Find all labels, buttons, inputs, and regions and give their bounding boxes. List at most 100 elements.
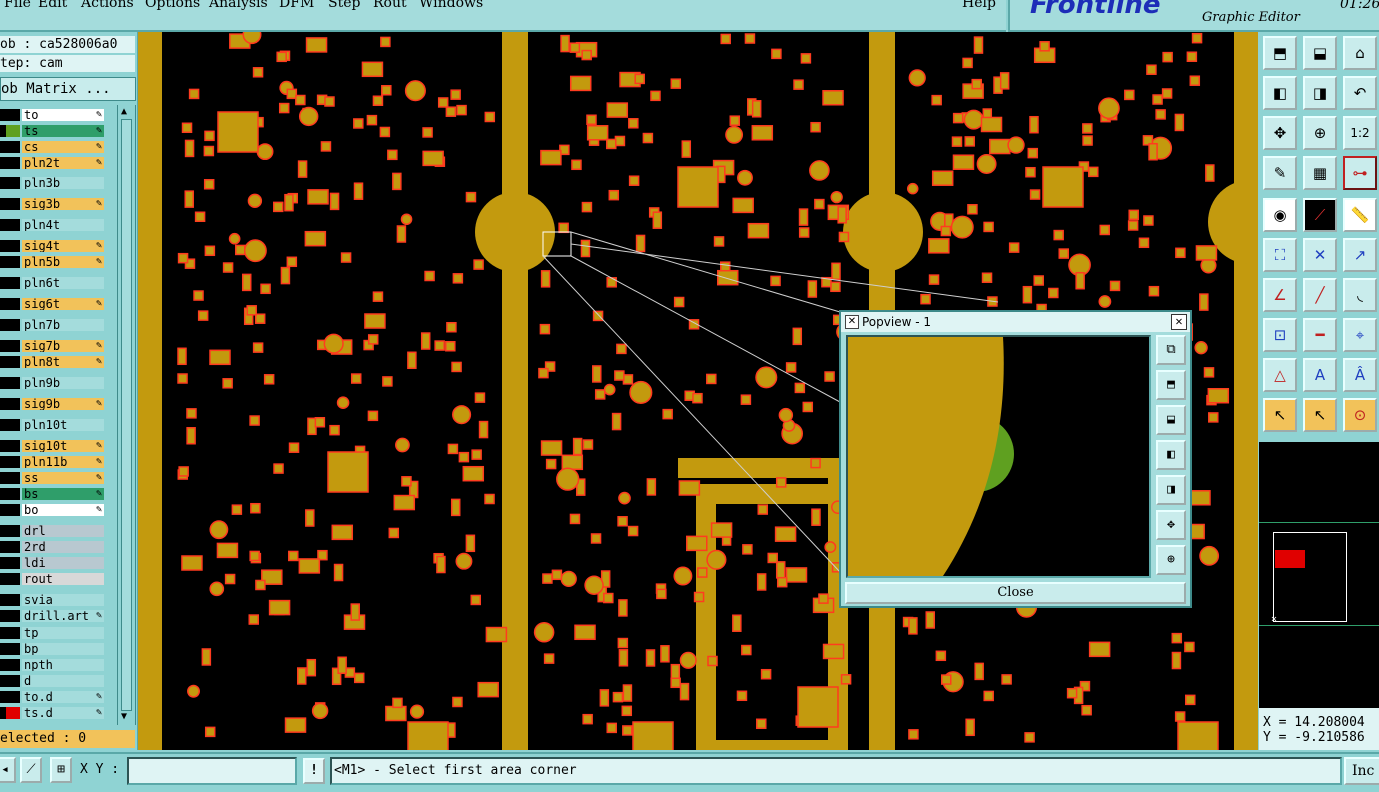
layer-affected-mark[interactable] [6,707,20,719]
home-icon[interactable]: ⌂ [1343,36,1377,70]
popview-close-button[interactable]: Close [845,582,1186,604]
layer-affected-mark[interactable] [6,691,20,703]
popview-up-icon[interactable]: ⬒ [1156,370,1186,400]
menu-actions[interactable]: Actions [81,0,134,11]
cross-icon[interactable]: ✕ [1303,238,1337,272]
layer-affected-mark[interactable] [6,219,20,231]
layer-row[interactable]: pln5b ✎ [0,255,106,269]
layer-name[interactable]: npth [22,659,104,671]
layer-row[interactable]: pln4t [0,218,106,232]
layer-row[interactable]: drl [0,524,106,538]
layer-affected-mark[interactable] [6,419,20,431]
warning-button[interactable]: ! [303,758,325,784]
angle-icon[interactable]: ∠ [1263,278,1297,312]
measure-point-icon[interactable]: ◉ [1263,198,1297,232]
menu-windows[interactable]: Windows [419,0,483,11]
layer-row[interactable]: pln9b [0,376,106,390]
layer-row[interactable]: ts.d ✎ [0,706,106,720]
grid-icon[interactable]: ▦ [1303,156,1337,190]
grid-snap-icon[interactable]: ⊞ [50,757,72,783]
layer-affected-mark[interactable] [6,198,20,210]
pan-right-icon[interactable]: ◨ [1303,76,1337,110]
layer-affected-mark[interactable] [6,398,20,410]
layer-name[interactable]: bo ✎ [22,504,104,516]
layer-row[interactable]: npth [0,658,106,672]
layer-row[interactable]: sig3b ✎ [0,197,106,211]
layer-row[interactable]: sig7b ✎ [0,339,106,353]
window-menu-icon[interactable]: ✕ [845,315,859,329]
layer-affected-mark[interactable] [6,594,20,606]
node-icon[interactable]: ⊡ [1263,318,1297,352]
arc-icon[interactable]: ◟ [1343,278,1377,312]
layer-affected-mark[interactable] [6,504,20,516]
layer-row[interactable]: 2rd [0,540,106,554]
layer-name[interactable]: sig7b ✎ [22,340,104,352]
layer-row[interactable]: bp [0,642,106,656]
menu-step[interactable]: Step [328,0,360,11]
layer-affected-mark[interactable] [6,557,20,569]
layer-name[interactable]: drl [22,525,104,537]
layer-row[interactable]: pln2t ✎ [0,156,106,170]
layer-row[interactable]: drill.art ✎ [0,609,106,623]
layer-affected-mark[interactable] [6,319,20,331]
menu-analysis[interactable]: Analysis [209,0,268,11]
layer-row[interactable]: sig9b ✎ [0,397,106,411]
layer-affected-mark[interactable] [6,256,20,268]
close-icon[interactable]: ✕ [1171,314,1187,330]
layer-affected-mark[interactable] [6,627,20,639]
xy-input[interactable] [127,757,297,785]
layer-name[interactable]: 2rd [22,541,104,553]
layer-affected-mark[interactable] [6,573,20,585]
layer-row[interactable]: bo ✎ [0,503,106,517]
layer-row[interactable]: svia [0,593,106,607]
select-pointer-icon[interactable]: ↖ [1263,398,1297,432]
layer-affected-mark[interactable] [6,456,20,468]
layer-affected-mark[interactable] [6,610,20,622]
popview-titlebar[interactable]: ✕ Popview - 1 [841,312,1190,332]
layer-row[interactable]: to.d ✎ [0,690,106,704]
layer-affected-mark[interactable] [6,109,20,121]
layer-row[interactable]: pln6t [0,276,106,290]
measure-line-icon[interactable]: ⟋ [1303,198,1337,232]
bottom-view-icon[interactable]: ⬓ [1303,36,1337,70]
scroll-up-icon[interactable]: ▲ [121,106,127,117]
layer-affected-mark[interactable] [6,157,20,169]
layer-name[interactable]: pln3b [22,177,104,189]
menu-dfm[interactable]: DFM [279,0,314,11]
layer-name[interactable]: sig3b ✎ [22,198,104,210]
layer-name[interactable]: sig6t ✎ [22,298,104,310]
layer-affected-mark[interactable] [6,541,20,553]
job-matrix-button[interactable]: ob Matrix ... [0,77,136,101]
layer-name[interactable]: svia [22,594,104,606]
connect-icon[interactable]: ⛶ [1263,238,1297,272]
pad-icon[interactable]: ⌖ [1343,318,1377,352]
layer-name[interactable]: drill.art ✎ [22,610,104,622]
select-net-icon[interactable]: ⊙ [1343,398,1377,432]
layer-row[interactable]: ldi [0,556,106,570]
layer-name[interactable]: ts ✎ [22,125,104,137]
layer-row[interactable]: pln11b ✎ [0,455,106,469]
text-a-alt-icon[interactable]: Â [1343,358,1377,392]
layer-affected-mark[interactable] [6,525,20,537]
layer-name[interactable]: bp [22,643,104,655]
top-view-icon[interactable]: ⬒ [1263,36,1297,70]
left-arrow-icon[interactable]: ◂ [0,757,16,783]
layer-scrollbar[interactable]: ▲ ▼ [117,105,136,725]
layer-name[interactable]: pln2t ✎ [22,157,104,169]
layer-row[interactable]: sig6t ✎ [0,297,106,311]
layer-affected-mark[interactable] [6,472,20,484]
layer-name[interactable]: pln4t [22,219,104,231]
layer-name[interactable]: ss ✎ [22,472,104,484]
popview-left-icon[interactable]: ◧ [1156,440,1186,470]
layer-row[interactable]: ts ✎ [0,124,106,138]
layer-affected-mark[interactable] [6,277,20,289]
layer-name[interactable]: pln5b ✎ [22,256,104,268]
layer-affected-mark[interactable] [6,240,20,252]
layer-name[interactable]: bs ✎ [22,488,104,500]
popview-zoom-in-icon[interactable]: ⊕ [1156,545,1186,575]
layer-name[interactable]: sig4t ✎ [22,240,104,252]
layer-name[interactable]: pln8t ✎ [22,356,104,368]
layer-row[interactable]: ss ✎ [0,471,106,485]
layer-affected-mark[interactable] [6,440,20,452]
ruler-icon[interactable]: 📏 [1343,198,1377,232]
